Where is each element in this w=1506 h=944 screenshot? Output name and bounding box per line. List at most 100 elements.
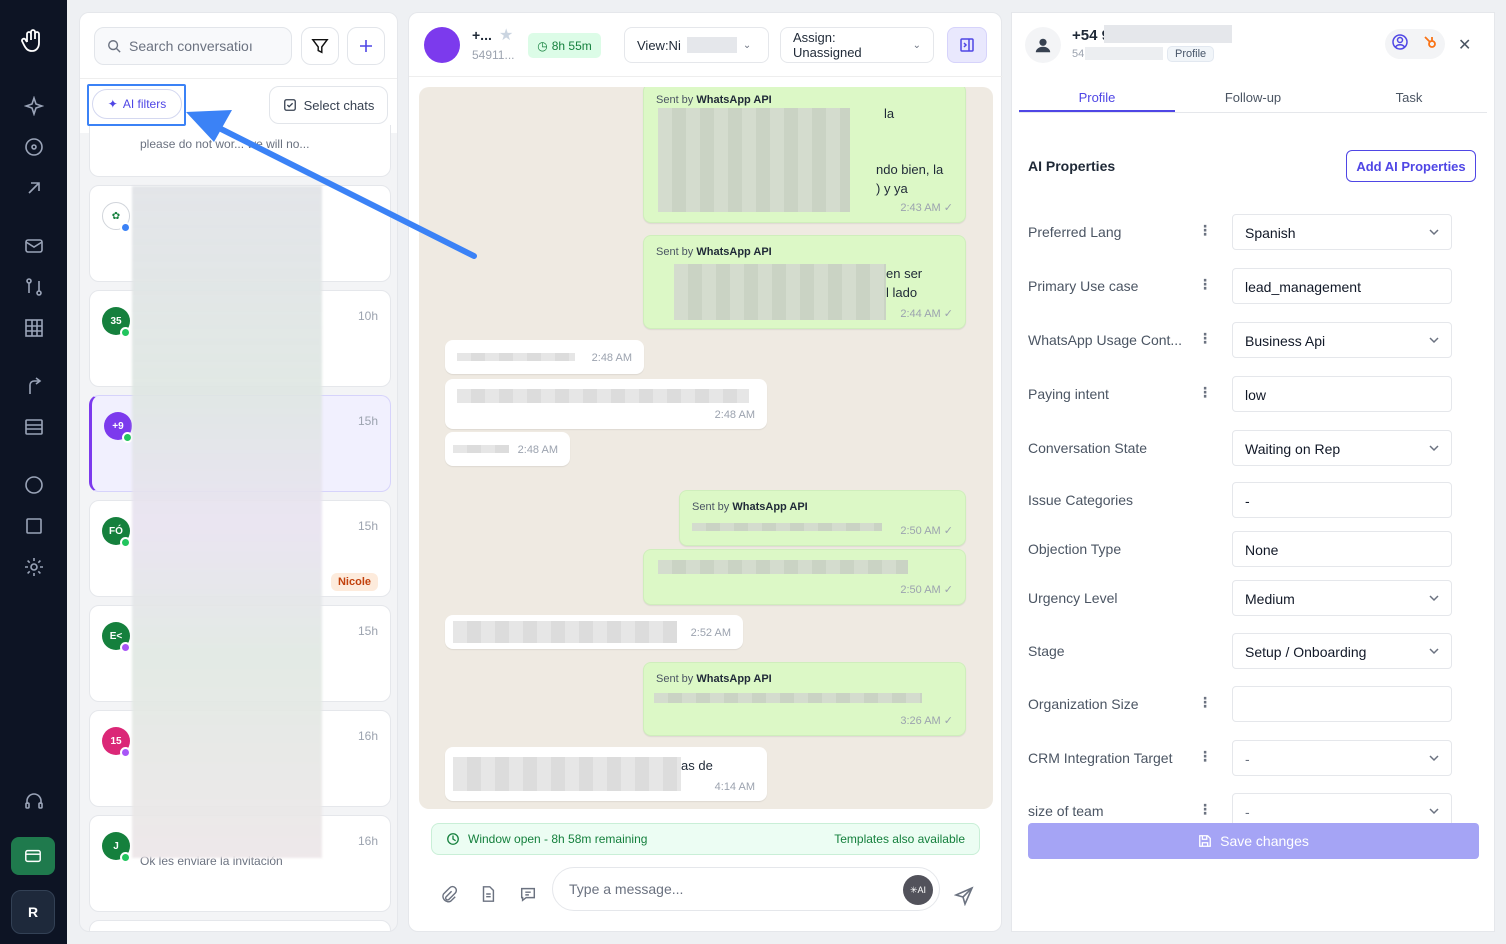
redacted xyxy=(674,264,886,320)
add-ai-properties-button[interactable]: Add AI Properties xyxy=(1346,150,1476,182)
more-vertical-icon[interactable]: ⋮ xyxy=(1198,384,1212,401)
more-vertical-icon[interactable]: ⋮ xyxy=(1198,801,1212,818)
property-label: Stage xyxy=(1028,643,1065,659)
property-label: size of team xyxy=(1028,803,1104,819)
user-avatar[interactable]: R xyxy=(11,890,55,934)
message-time: 4:14 AM xyxy=(714,781,755,793)
paperclip-icon[interactable] xyxy=(439,885,458,903)
templates-link[interactable]: Templates also available xyxy=(834,832,965,846)
message-outgoing: Sent by WhatsApp API la ndo bien, la ) y… xyxy=(643,87,966,223)
chevron-down-icon: ⌄ xyxy=(742,39,752,51)
property-value: None xyxy=(1245,542,1279,558)
redacted xyxy=(453,757,681,791)
message-thread[interactable]: Sent by WhatsApp API la ndo bien, la ) y… xyxy=(419,87,993,809)
compass-icon[interactable] xyxy=(24,137,44,157)
circle-icon[interactable] xyxy=(24,475,44,495)
property-value-input[interactable]: low xyxy=(1232,376,1452,412)
close-icon[interactable]: ✕ xyxy=(1458,35,1471,55)
headset-icon[interactable] xyxy=(24,791,44,811)
message-outgoing: Sent by WhatsApp API 2:50 AM ✓ xyxy=(679,490,966,546)
tab-task[interactable]: Task xyxy=(1331,81,1487,112)
select-chats-button[interactable]: Select chats xyxy=(269,86,388,124)
tab-profile[interactable]: Profile xyxy=(1019,81,1175,112)
hand-logo-icon[interactable] xyxy=(18,26,48,56)
message-text: l lado xyxy=(886,285,918,300)
view-dropdown[interactable]: View:Ni ⌄ xyxy=(624,27,769,63)
property-label: CRM Integration Target xyxy=(1028,750,1173,766)
chat-card[interactable]: please do not wor... we will no... xyxy=(89,125,391,177)
more-vertical-icon[interactable]: ⋮ xyxy=(1198,276,1212,293)
chat-card[interactable] xyxy=(89,920,391,931)
toggle-sidebar-button[interactable] xyxy=(947,27,987,63)
property-value-input[interactable]: lead_management xyxy=(1232,268,1452,304)
more-vertical-icon[interactable]: ⋮ xyxy=(1198,748,1212,765)
property-row: Objection Type None xyxy=(1028,531,1452,567)
billing-card-button[interactable] xyxy=(11,837,55,875)
message-input[interactable]: Type a message... ✳ AI xyxy=(552,867,940,911)
property-value-input[interactable]: - xyxy=(1232,482,1452,518)
contact-avatar[interactable] xyxy=(424,27,460,63)
message-text: ndo bien, la xyxy=(876,162,944,177)
search-input[interactable]: Search conversatioı xyxy=(129,38,253,54)
chat-template-icon[interactable] xyxy=(519,885,537,903)
channel-badge xyxy=(120,642,131,653)
chat-time: 15h xyxy=(357,414,378,428)
search-box[interactable]: Search conversatioı xyxy=(94,27,292,65)
property-label: Paying intent xyxy=(1028,386,1109,402)
send-icon[interactable] xyxy=(953,886,974,907)
gear-icon[interactable] xyxy=(24,557,44,577)
grid-icon[interactable] xyxy=(24,318,44,338)
property-value-select[interactable]: Waiting on Rep xyxy=(1232,430,1452,466)
detail-tabs: Profile Follow-up Task xyxy=(1019,81,1487,113)
share-icon[interactable] xyxy=(24,376,44,396)
more-vertical-icon[interactable]: ⋮ xyxy=(1198,694,1212,711)
whatsapp-badge xyxy=(120,852,131,863)
assignee-tag: Nicole xyxy=(330,573,378,591)
property-value-select[interactable]: Spanish xyxy=(1232,214,1452,250)
conversation-toolbar: Search conversatioı xyxy=(80,13,397,79)
star-icon[interactable]: ★ xyxy=(499,25,513,45)
user-circle-icon[interactable] xyxy=(1392,33,1408,55)
message-text: ) y ya xyxy=(876,181,908,196)
contact-details-panel: +54 9 54 Profile ✕ Profile Follow-up Tas… xyxy=(1011,12,1495,932)
redacted xyxy=(692,523,882,531)
route-icon[interactable] xyxy=(24,277,44,297)
assign-dropdown[interactable]: Assign: Unassigned ⌄ xyxy=(780,27,934,63)
ai-assist-button[interactable]: ✳ AI xyxy=(903,875,933,905)
chevron-down-icon: ⌄ xyxy=(912,39,921,51)
table-icon[interactable] xyxy=(24,417,44,437)
arrow-up-right-icon[interactable] xyxy=(24,178,44,198)
save-changes-button[interactable]: Save changes xyxy=(1028,823,1479,859)
property-value-select[interactable]: Business Api xyxy=(1232,322,1452,358)
hubspot-icon[interactable] xyxy=(1422,34,1438,55)
tab-follow-up[interactable]: Follow-up xyxy=(1175,81,1331,112)
assign-label: Assign: Unassigned xyxy=(793,30,862,60)
property-row: Paying intent ⋮ low xyxy=(1028,376,1452,412)
card-icon xyxy=(25,849,41,863)
filter-button[interactable] xyxy=(301,27,339,65)
chat-panel: +... ★ 54911... ◷ 8h 55m View:Ni ⌄ Assign:… xyxy=(408,12,1003,932)
redacted xyxy=(1085,47,1163,60)
redacted xyxy=(658,560,908,574)
document-icon[interactable] xyxy=(479,885,497,903)
property-value-select[interactable]: Medium xyxy=(1232,580,1452,616)
square-icon[interactable] xyxy=(24,516,44,536)
save-icon xyxy=(1199,835,1212,847)
checkbox-icon xyxy=(283,99,296,111)
property-label: Primary Use case xyxy=(1028,278,1139,294)
property-label: Preferred Lang xyxy=(1028,224,1122,240)
more-vertical-icon[interactable]: ⋮ xyxy=(1198,222,1212,239)
sparkle-icon[interactable] xyxy=(24,96,44,116)
property-value-select[interactable]: - xyxy=(1232,740,1452,776)
new-conversation-button[interactable] xyxy=(347,27,385,65)
property-label: Objection Type xyxy=(1028,541,1122,557)
property-value-select[interactable]: Setup / Onboarding xyxy=(1232,633,1452,669)
property-label: Urgency Level xyxy=(1028,590,1118,606)
ai-label: AI xyxy=(917,885,927,895)
chat-time: 10h xyxy=(357,309,378,323)
property-value-input[interactable]: None xyxy=(1232,531,1452,567)
property-value-input[interactable] xyxy=(1232,686,1452,722)
more-vertical-icon[interactable]: ⋮ xyxy=(1198,330,1212,347)
mail-icon[interactable] xyxy=(24,236,44,256)
message-incoming: 2:48 AM xyxy=(445,432,570,466)
